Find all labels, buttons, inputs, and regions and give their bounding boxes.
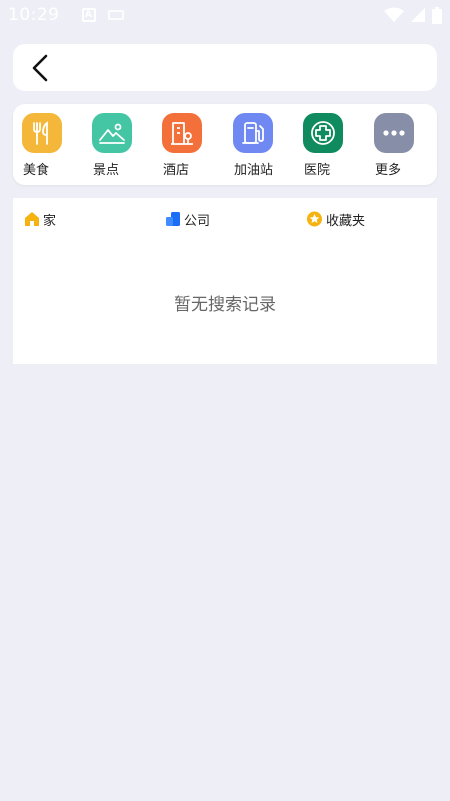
hospital-icon — [303, 113, 343, 153]
battery-icon — [432, 6, 442, 24]
category-label: 医院 — [304, 163, 331, 178]
notification-a-icon: A — [81, 8, 96, 22]
search-history-panel: 家 公司 收藏夹 暂无搜索记录 — [13, 198, 437, 364]
category-label: 更多 — [375, 163, 402, 178]
food-icon — [22, 113, 62, 153]
category-more[interactable]: 更多 — [374, 113, 424, 179]
search-bar[interactable] — [13, 44, 437, 91]
wifi-icon — [384, 7, 404, 22]
empty-history-text: 暂无搜索记录 — [174, 295, 276, 315]
category-hospital[interactable]: 医院 — [303, 113, 353, 179]
category-food[interactable]: 美食 — [22, 113, 72, 179]
category-hotel[interactable]: 酒店 — [162, 113, 212, 179]
category-scenic[interactable]: 景点 — [92, 113, 142, 179]
quick-place-company[interactable]: 公司 — [165, 209, 210, 229]
gas-station-icon — [233, 113, 273, 153]
quick-place-label: 收藏夹 — [326, 213, 366, 229]
quick-place-label: 公司 — [184, 213, 211, 229]
status-time: 10:29 — [8, 5, 60, 25]
back-button[interactable] — [25, 53, 55, 83]
quick-place-favorites[interactable]: 收藏夹 — [306, 209, 365, 229]
back-arrow-icon — [32, 54, 48, 81]
status-bar: 10:29 A — [0, 0, 450, 30]
category-shortcuts: 美食 景点 酒店 加油站 医院 更多 — [13, 104, 437, 185]
company-icon — [166, 212, 180, 226]
signal-icon — [411, 8, 425, 22]
star-icon — [307, 211, 322, 227]
category-label: 景点 — [93, 163, 120, 178]
quick-place-label: 家 — [43, 213, 57, 229]
quick-place-home[interactable]: 家 — [24, 209, 56, 229]
category-gas-station[interactable]: 加油站 — [233, 113, 283, 179]
category-label: 美食 — [23, 163, 50, 178]
notification-b-icon — [107, 10, 124, 20]
category-label: 酒店 — [163, 163, 190, 178]
scenic-icon — [92, 113, 132, 153]
hotel-icon — [162, 113, 202, 153]
more-icon — [374, 113, 414, 153]
home-icon — [25, 212, 39, 226]
category-label: 加油站 — [234, 163, 274, 178]
